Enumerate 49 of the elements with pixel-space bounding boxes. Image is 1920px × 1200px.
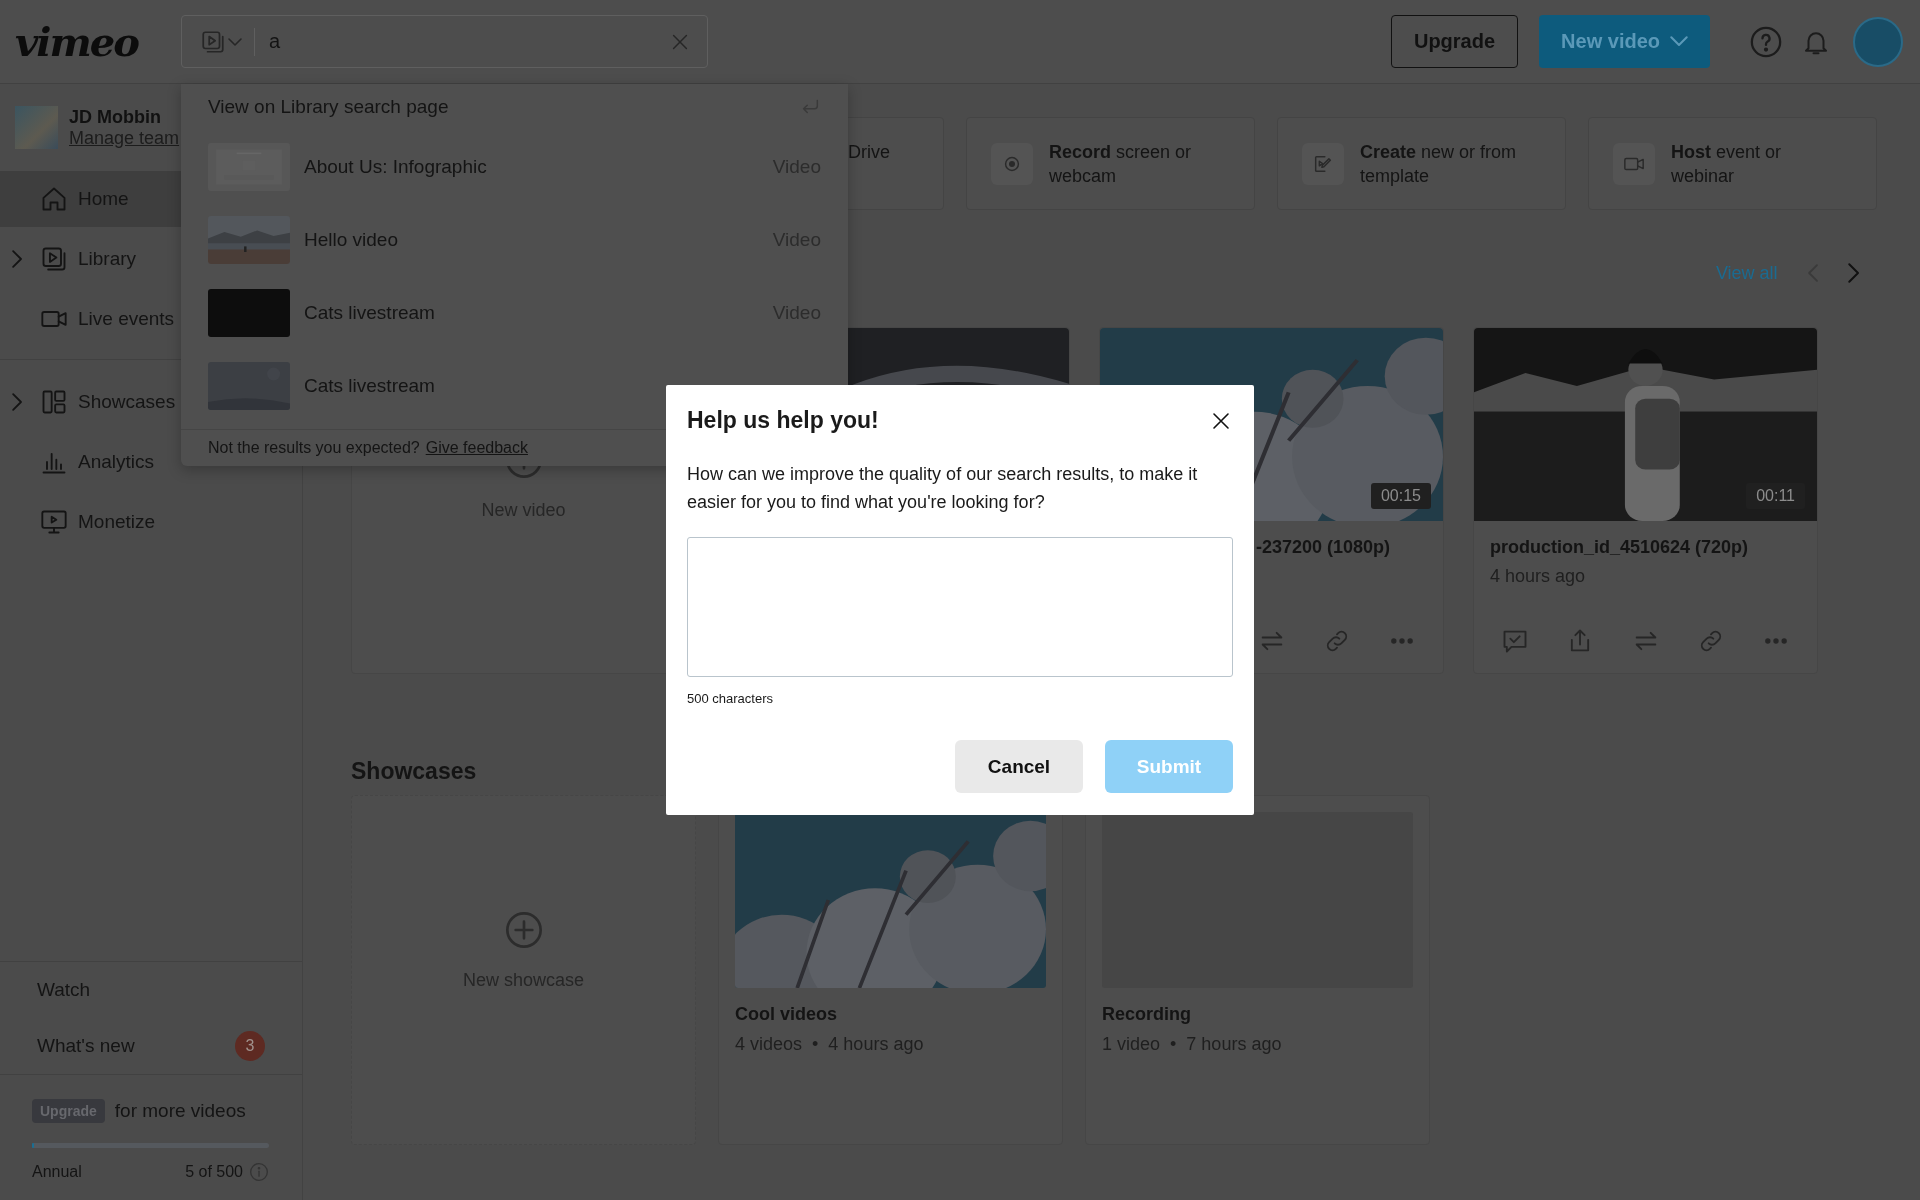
view-all-link[interactable]: View all: [1715, 262, 1778, 284]
home-icon: [40, 185, 68, 213]
chevron-down-icon: [1670, 36, 1688, 47]
chevron-right-icon[interactable]: [12, 393, 23, 411]
sidebar-link[interactable]: What's new 3: [0, 1018, 302, 1074]
info-icon[interactable]: [249, 1162, 269, 1182]
action-card[interactable]: Create new or from template: [1277, 117, 1566, 210]
chevron-right-icon[interactable]: [12, 250, 23, 268]
plan-text: for more videos: [114, 1100, 246, 1122]
sidebar-link[interactable]: Watch: [0, 962, 302, 1018]
help-icon[interactable]: [1749, 24, 1783, 59]
give-feedback-link[interactable]: Give feedback: [425, 439, 528, 457]
section-title: Showcases: [351, 756, 477, 786]
new-video-button[interactable]: New video: [1539, 15, 1710, 68]
team-avatar: [15, 106, 58, 149]
action-card[interactable]: Record screen or webcam: [966, 117, 1255, 210]
nav-item[interactable]: Monetize: [0, 494, 302, 550]
chevron-down-icon: [228, 37, 242, 46]
user-name: JD Mobbin: [69, 106, 162, 128]
count-badge: 3: [235, 1031, 265, 1061]
character-limit: 500 characters: [687, 691, 774, 706]
search-bar[interactable]: a: [181, 15, 708, 68]
action-label: Host event or webinar: [1671, 140, 1783, 188]
plus-icon: [503, 909, 544, 950]
upgrade-button[interactable]: Upgrade: [1390, 15, 1519, 68]
plan-period: Annual: [32, 1163, 83, 1181]
chevron-right-icon[interactable]: [1847, 263, 1859, 283]
nav-item[interactable]: Library: [0, 231, 302, 287]
action-label: Record screen or webcam: [1049, 140, 1193, 188]
grid-icon: [40, 388, 68, 416]
video-title[interactable]: production_id_4510624 (720p): [1490, 537, 1801, 558]
view-all-results[interactable]: View on Library search page: [181, 84, 848, 130]
nav-item[interactable]: Showcases: [0, 374, 302, 430]
video-library-icon: [40, 245, 68, 273]
duration-badge: 00:15: [1370, 483, 1431, 509]
logo[interactable]: vimeo: [15, 18, 181, 65]
action-label: Create new or from template: [1360, 140, 1518, 188]
video-library-icon: [200, 28, 226, 55]
monitor-icon: [40, 508, 68, 536]
cancel-button[interactable]: Cancel: [955, 740, 1083, 793]
showcase-name: Cool videos: [735, 1004, 838, 1025]
nav-item[interactable]: Live events: [0, 291, 302, 347]
feedback-field[interactable]: [687, 537, 1233, 677]
showcase-name: Recording: [1102, 1004, 1192, 1025]
search-field[interactable]: a: [267, 29, 669, 54]
duration-badge: 00:11: [1746, 483, 1805, 509]
action-label: Drive: [848, 140, 890, 164]
avatar[interactable]: [1853, 16, 1903, 67]
action-card[interactable]: Host event or webinar: [1588, 117, 1877, 210]
